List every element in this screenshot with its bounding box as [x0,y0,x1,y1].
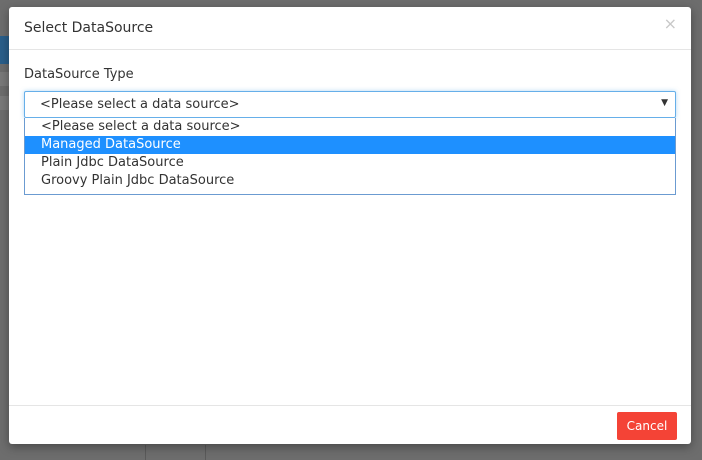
datasource-type-select[interactable]: <Please select a data source> ▼ [24,91,676,118]
background-text-fragment [0,96,9,110]
dialog-title: Select DataSource [24,20,154,36]
option-placeholder[interactable]: <Please select a data source> [25,118,675,136]
option-managed-datasource[interactable]: Managed DataSource [25,136,675,154]
background-divider [205,445,206,460]
background-text-fragment [0,72,9,86]
option-plain-jdbc-datasource[interactable]: Plain Jdbc DataSource [25,154,675,172]
option-groovy-plain-jdbc-datasource[interactable]: Groovy Plain Jdbc DataSource [25,172,675,190]
dialog-body: DataSource Type <Please select a data so… [9,50,691,405]
select-current-value: <Please select a data source> [40,97,240,112]
dialog-header: Select DataSource × [9,7,691,50]
background-tab-fragment [0,36,9,64]
cancel-button[interactable]: Cancel [617,412,677,440]
close-icon[interactable]: × [664,16,677,32]
caret-down-icon: ▼ [661,98,668,108]
datasource-type-label: DataSource Type [24,67,134,82]
background-divider [145,445,146,460]
dialog-footer: Cancel [9,405,691,444]
select-datasource-dialog: Select DataSource × DataSource Type <Ple… [9,7,691,444]
datasource-options-list: <Please select a data source> Managed Da… [24,118,676,195]
